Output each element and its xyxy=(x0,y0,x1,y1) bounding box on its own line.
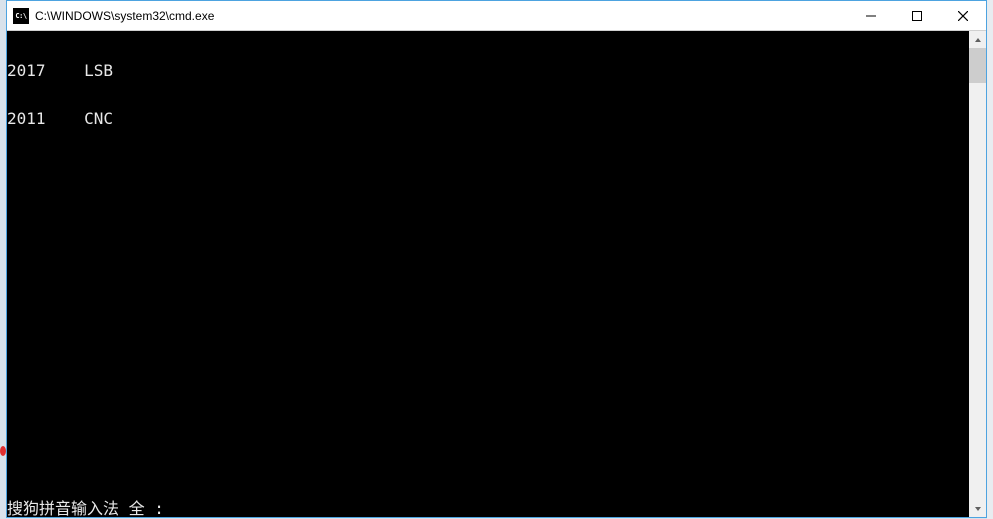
scrollbar-down-button[interactable] xyxy=(969,500,986,517)
client-wrap: 2017 LSB 2011 CNC 搜狗拼音输入法 全 : xyxy=(7,31,986,517)
cmd-window: C:\ C:\WINDOWS\system32\cmd.exe 2017 LSB… xyxy=(6,0,987,518)
minimize-button[interactable] xyxy=(848,1,894,30)
chevron-down-icon xyxy=(974,505,982,513)
window-title: C:\WINDOWS\system32\cmd.exe xyxy=(35,9,848,23)
cmd-icon: C:\ xyxy=(13,8,29,24)
close-icon xyxy=(958,11,968,21)
scrollbar-up-button[interactable] xyxy=(969,31,986,48)
titlebar[interactable]: C:\ C:\WINDOWS\system32\cmd.exe xyxy=(7,1,986,31)
scrollbar-track[interactable] xyxy=(969,48,986,500)
scrollbar-thumb[interactable] xyxy=(969,48,986,83)
window-controls xyxy=(848,1,986,30)
close-button[interactable] xyxy=(940,1,986,30)
console-output: 2017 LSB 2011 CNC xyxy=(7,31,113,159)
chevron-up-icon xyxy=(974,36,982,44)
background-area xyxy=(987,0,993,519)
console-area[interactable]: 2017 LSB 2011 CNC 搜狗拼音输入法 全 : xyxy=(7,31,969,517)
console-line: 2011 CNC xyxy=(7,111,113,127)
console-line: 2017 LSB xyxy=(7,63,113,79)
maximize-button[interactable] xyxy=(894,1,940,30)
cmd-icon-text: C:\ xyxy=(15,12,26,20)
ime-status: 搜狗拼音输入法 全 : xyxy=(7,501,164,517)
minimize-icon xyxy=(866,11,876,21)
maximize-icon xyxy=(912,11,922,21)
vertical-scrollbar[interactable] xyxy=(969,31,986,517)
